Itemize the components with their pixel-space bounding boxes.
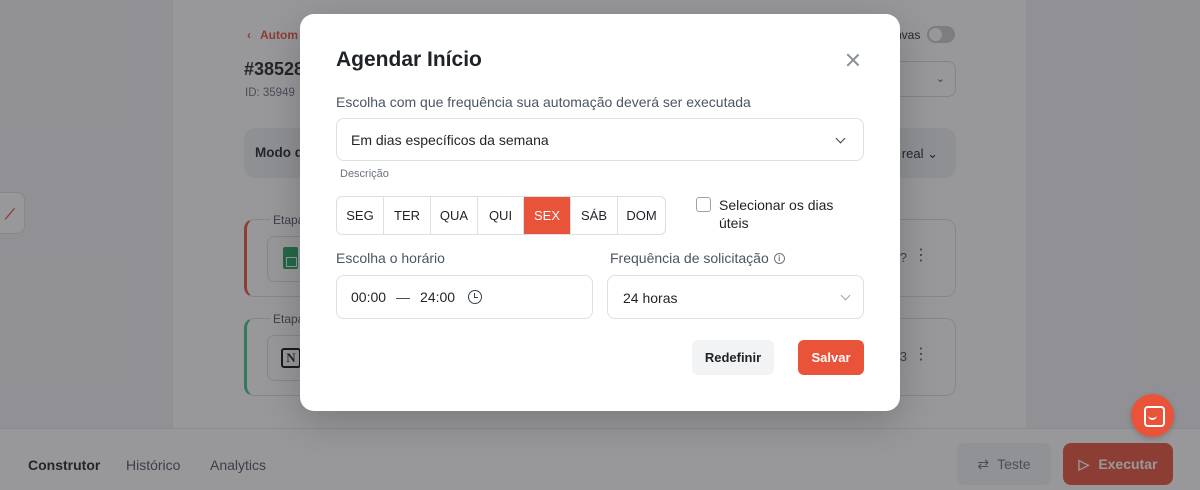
day-seg[interactable]: SEG bbox=[337, 197, 384, 234]
info-icon[interactable]: i bbox=[773, 252, 785, 264]
save-button[interactable]: Salvar bbox=[798, 340, 864, 375]
time-range-input[interactable]: 00:00 — 24:00 bbox=[336, 275, 593, 319]
close-icon[interactable] bbox=[843, 50, 863, 70]
day-dom[interactable]: DOM bbox=[618, 197, 665, 234]
request-frequency-label-text: Frequência de solicitação bbox=[610, 250, 769, 266]
time-label: Escolha o horário bbox=[336, 250, 445, 266]
day-qui[interactable]: QUI bbox=[478, 197, 524, 234]
request-frequency-select[interactable]: 24 horas bbox=[607, 275, 864, 319]
frequency-value: Em dias específicos da semana bbox=[351, 132, 549, 148]
day-qua[interactable]: QUA bbox=[431, 197, 478, 234]
clock-icon[interactable] bbox=[468, 290, 483, 304]
schedule-modal: Agendar Início Escolha com que frequênci… bbox=[300, 14, 900, 411]
chat-icon[interactable] bbox=[1131, 394, 1174, 437]
business-days-label[interactable]: Selecionar os dias úteis bbox=[719, 196, 849, 232]
day-sab[interactable]: SÁB bbox=[571, 197, 618, 234]
time-end[interactable]: 24:00 bbox=[420, 289, 455, 305]
request-frequency-label: Frequência de solicitação i bbox=[610, 250, 785, 266]
modal-title: Agendar Início bbox=[336, 48, 482, 71]
time-start[interactable]: 00:00 bbox=[351, 289, 386, 305]
weekday-selector: SEG TER QUA QUI SEX SÁB DOM bbox=[336, 196, 666, 235]
description-label: Descrição bbox=[340, 168, 389, 180]
day-ter[interactable]: TER bbox=[384, 197, 431, 234]
reset-button[interactable]: Redefinir bbox=[692, 340, 774, 375]
day-sex[interactable]: SEX bbox=[524, 197, 571, 234]
time-separator: — bbox=[396, 289, 411, 305]
frequency-label: Escolha com que frequência sua automação… bbox=[336, 94, 751, 110]
request-frequency-value: 24 horas bbox=[623, 290, 678, 306]
chevron-down-icon bbox=[840, 290, 851, 301]
chevron-down-icon bbox=[835, 133, 846, 144]
frequency-select[interactable]: Em dias específicos da semana bbox=[336, 118, 864, 161]
business-days-checkbox[interactable] bbox=[696, 197, 711, 212]
